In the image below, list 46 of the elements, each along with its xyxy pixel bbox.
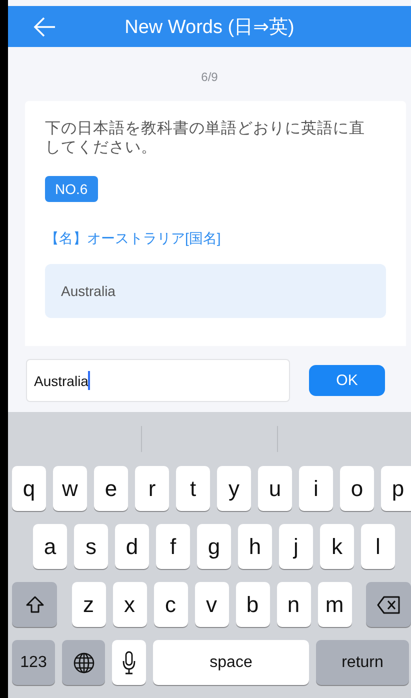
letter-key[interactable]: c <box>154 582 188 627</box>
letter-key[interactable]: v <box>194 582 228 627</box>
delete-key[interactable] <box>366 582 411 627</box>
backspace-icon <box>376 596 400 614</box>
globe-key[interactable] <box>62 640 105 685</box>
return-key[interactable]: return <box>316 640 409 685</box>
shift-icon <box>24 594 44 614</box>
text-cursor <box>88 371 90 390</box>
question-number: NO.6 <box>45 176 98 202</box>
letter-key[interactable]: b <box>236 582 270 627</box>
letter-key[interactable]: y <box>217 466 251 511</box>
globe-icon <box>72 652 94 674</box>
answer-panel: Australia <box>45 264 386 318</box>
letter-key[interactable]: g <box>197 524 231 569</box>
instruction-text: 下の日本語を教科書の単語どおりに英語に直してください。 <box>45 119 366 157</box>
letter-key[interactable]: h <box>238 524 272 569</box>
letter-key[interactable]: s <box>74 524 108 569</box>
letter-key[interactable]: z <box>72 582 106 627</box>
shift-key[interactable] <box>12 582 57 627</box>
ok-button[interactable]: OK <box>309 365 385 396</box>
letter-key[interactable]: l <box>361 524 395 569</box>
letter-key[interactable]: w <box>53 466 87 511</box>
letter-key[interactable]: x <box>112 582 146 627</box>
microphone-icon <box>122 650 136 674</box>
numbers-key[interactable]: 123 <box>12 640 55 685</box>
letter-key[interactable]: k <box>320 524 354 569</box>
space-key[interactable]: space <box>153 640 309 685</box>
letter-key[interactable]: e <box>94 466 128 511</box>
letter-key[interactable]: d <box>115 524 149 569</box>
progress-counter: 6/9 <box>201 70 218 84</box>
japanese-prompt: 【名】オーストラリア[国名] <box>45 230 222 248</box>
letter-key[interactable]: p <box>381 466 411 511</box>
letter-key[interactable]: j <box>279 524 313 569</box>
letter-key[interactable]: r <box>135 466 169 511</box>
letter-key[interactable]: m <box>318 582 352 627</box>
letter-key[interactable]: q <box>12 466 46 511</box>
dictation-key[interactable] <box>112 640 146 685</box>
letter-key[interactable]: o <box>340 466 374 511</box>
screen-title: New Words (日⇒英) <box>124 16 294 40</box>
letter-key[interactable]: i <box>299 466 333 511</box>
letter-key[interactable]: n <box>276 582 310 627</box>
answer-input-field[interactable]: Australia <box>26 359 290 402</box>
letter-key[interactable]: a <box>33 524 67 569</box>
letter-key[interactable]: u <box>258 466 292 511</box>
letter-key[interactable]: f <box>156 524 190 569</box>
letter-key[interactable]: t <box>176 466 210 511</box>
